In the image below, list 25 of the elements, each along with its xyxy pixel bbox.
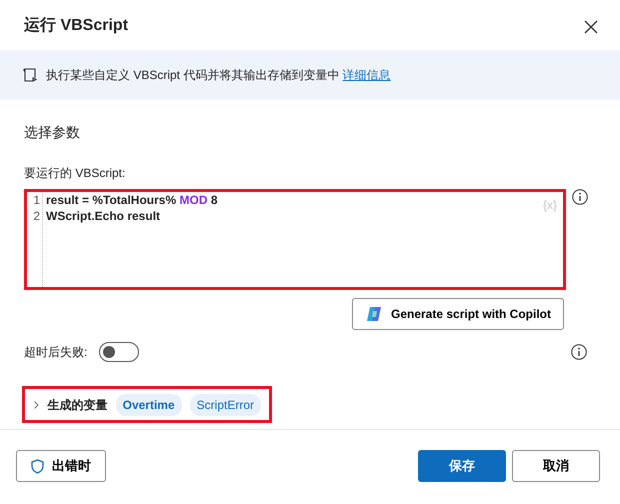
line-number: 2 <box>32 208 40 224</box>
chevron-icon[interactable] <box>33 400 40 410</box>
save-button[interactable]: 保存 <box>418 450 506 482</box>
copilot-button[interactable]: Generate script with Copilot <box>352 298 564 330</box>
shield-icon <box>31 458 44 474</box>
field-label: 要运行的 VBScript: <box>24 167 126 179</box>
details-link[interactable]: 详细信息 <box>342 68 391 82</box>
info-icon[interactable] <box>572 189 588 205</box>
copilot-icon <box>364 305 383 323</box>
code-line: result = %TotalHours% MOD 8 <box>46 192 218 208</box>
variables-label: 生成的变量 <box>48 396 108 414</box>
variable-tag: ScriptError <box>190 394 261 416</box>
variable-tag: Overtime <box>116 394 182 416</box>
info-icon[interactable] <box>571 344 587 360</box>
code-line: WScript.Echo result <box>46 208 162 224</box>
section-title: 选择参数 <box>24 123 81 142</box>
dialog-title: 运行 VBScript <box>24 16 128 36</box>
close-icon <box>584 20 598 34</box>
timeout-toggle[interactable] <box>99 342 140 362</box>
on-error-button[interactable]: 出错时 <box>16 450 106 482</box>
banner-text: 执行某些自定义 VBScript 代码并将其输出存储到变量中 <box>46 68 340 82</box>
script-icon <box>22 67 38 83</box>
cancel-button[interactable]: 取消 <box>512 450 600 482</box>
line-number: 1 <box>32 192 40 208</box>
toggle-label: 超时后失败: <box>24 344 88 361</box>
